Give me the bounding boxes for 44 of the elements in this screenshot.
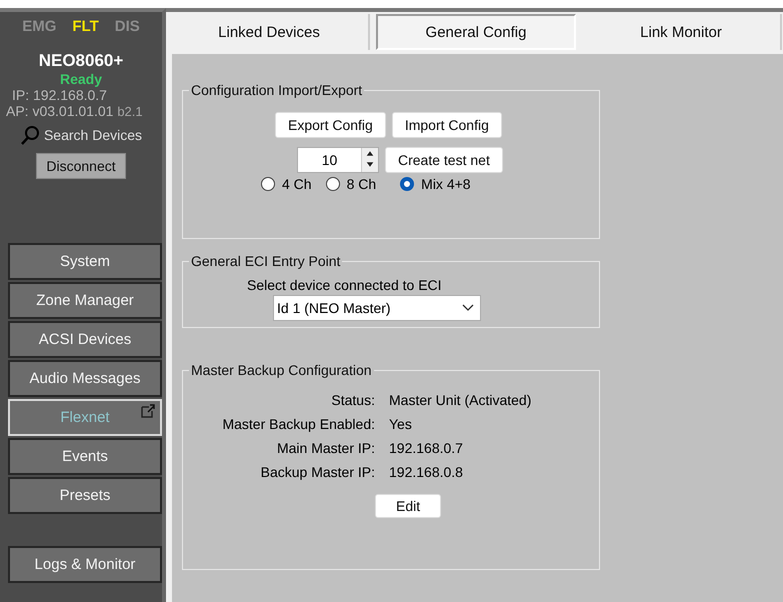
- field-value: Master Unit (Activated): [389, 392, 532, 408]
- group-title: General ECI Entry Point: [190, 253, 342, 269]
- field-value: 192.168.0.8: [389, 464, 464, 480]
- radio-button[interactable]: [261, 177, 275, 191]
- field-value: Yes: [389, 416, 413, 432]
- indicator-label: FLT: [72, 18, 99, 35]
- field-label: Select device connected to ECI: [247, 277, 442, 293]
- device-dropdown[interactable]: Id 1 (NEO Master): [273, 295, 481, 321]
- indicator-label: EMG: [22, 18, 56, 35]
- field-value: 192.168.0.7: [389, 440, 464, 456]
- nav-button[interactable]: System: [8, 243, 162, 280]
- export-config-button[interactable]: Export Config: [275, 112, 386, 138]
- group-title: Master Backup Configuration: [190, 362, 373, 378]
- field-label: Main Master IP:: [276, 440, 375, 456]
- search-devices-link[interactable]: Search Devices: [44, 127, 142, 143]
- nav-button[interactable]: Zone Manager: [8, 282, 162, 319]
- device-name: NEO8060+: [38, 51, 124, 71]
- nav-button[interactable]: Events: [8, 438, 162, 475]
- radio-button[interactable]: [400, 177, 414, 191]
- tab[interactable]: General Config: [376, 14, 576, 50]
- radio-label[interactable]: 8 Ch: [346, 176, 376, 192]
- nav-button[interactable]: Audio Messages: [8, 360, 162, 397]
- field-label: Master Backup Enabled:: [221, 416, 375, 432]
- nav-button[interactable]: Logs & Monitor: [8, 546, 162, 583]
- indicator-label: DIS: [114, 18, 140, 35]
- number-spinner[interactable]: 10: [297, 147, 379, 173]
- import-config-button[interactable]: Import Config: [392, 112, 502, 138]
- build-label: b2.1: [117, 104, 143, 119]
- radio-label[interactable]: 4 Ch: [282, 176, 312, 192]
- chevron-down-icon[interactable]: [462, 304, 474, 312]
- field-label: Status:: [330, 392, 375, 408]
- firmware-version: AP: v03.01.01.01: [6, 103, 114, 119]
- nav-button[interactable]: ACSI Devices: [8, 321, 162, 358]
- radio-button[interactable]: [326, 177, 340, 191]
- nav-button[interactable]: Presets: [8, 477, 162, 514]
- device-status: Ready: [60, 71, 102, 87]
- disconnect-button[interactable]: Disconnect: [36, 153, 126, 179]
- edit-button[interactable]: Edit: [375, 494, 442, 518]
- device-ip: IP: 192.168.0.7: [12, 87, 107, 103]
- create-test-net-button[interactable]: Create test net: [385, 147, 503, 173]
- group-title: Configuration Import/Export: [190, 82, 364, 98]
- field-label: Backup Master IP:: [260, 464, 375, 480]
- pop-out-icon[interactable]: [141, 404, 155, 418]
- radio-label[interactable]: Mix 4+8: [421, 176, 471, 192]
